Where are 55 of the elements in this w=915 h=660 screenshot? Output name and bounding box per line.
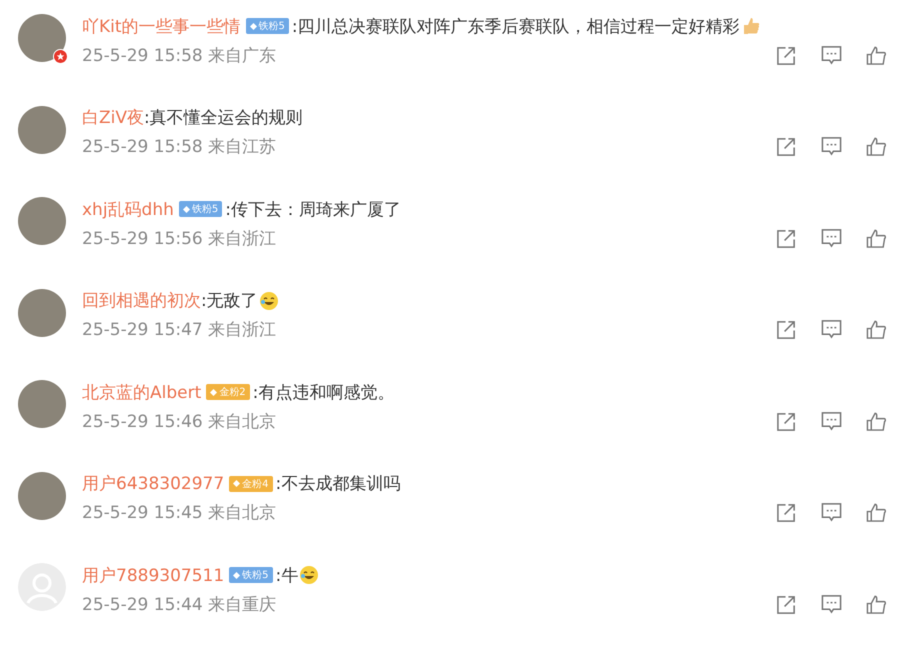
comment-icon[interactable]	[821, 228, 842, 248]
comment-text: :不去成都集训吗	[276, 473, 400, 495]
like-icon[interactable]	[866, 44, 887, 66]
comment-icon[interactable]	[821, 502, 842, 523]
comment-text: :有点违和啊感觉。	[252, 382, 394, 404]
share-icon[interactable]	[776, 136, 797, 157]
comment-icon[interactable]	[821, 136, 842, 157]
comment-time-location: 25-5-29 15:58 来自广东	[82, 44, 276, 66]
fan-level-badge: 金粉4	[229, 476, 273, 492]
username-link[interactable]: 用户6438302977	[82, 472, 224, 495]
like-icon[interactable]	[866, 319, 887, 340]
share-icon[interactable]	[776, 44, 797, 66]
laughing-emoji-icon	[258, 290, 279, 310]
avatar-photo-placeholder[interactable]	[18, 380, 66, 428]
avatar-photo-placeholder[interactable]	[18, 14, 66, 62]
comment-time-location: 25-5-29 15:56 来自浙江	[82, 228, 276, 250]
username-link[interactable]: xhj乱码dhh	[82, 198, 174, 220]
username-link[interactable]: 用户7889307511	[82, 564, 224, 586]
avatar-photo-placeholder[interactable]	[18, 106, 66, 154]
share-icon[interactable]	[776, 410, 797, 432]
comment-text: :无敌了	[201, 290, 258, 312]
fan-level-badge: 铁粉5	[229, 567, 273, 583]
username-link[interactable]: 北京蓝的Albert	[82, 380, 202, 404]
share-icon[interactable]	[776, 228, 797, 248]
avatar-photo-placeholder[interactable]	[18, 288, 66, 336]
username-link[interactable]: 回到相遇的初次	[82, 289, 201, 312]
avatar-photo-placeholder[interactable]	[18, 197, 66, 245]
username-link[interactable]: 吖Kit的一些事一些情	[82, 14, 241, 38]
comment-text: :传下去：周琦来广厦了	[225, 198, 402, 220]
comment-time-location: 25-5-29 15:45 来自北京	[82, 502, 276, 524]
comment-time-location: 25-5-29 15:47 来自浙江	[82, 319, 276, 341]
comment-icon[interactable]	[821, 44, 842, 66]
comment-time-location: 25-5-29 15:46 来自北京	[82, 410, 276, 432]
fan-level-badge: 金粉2	[206, 384, 250, 400]
like-icon[interactable]	[866, 136, 887, 157]
fan-level-badge: 铁粉5	[178, 201, 222, 217]
avatar-photo-placeholder[interactable]	[18, 472, 66, 520]
comment-icon[interactable]	[821, 410, 842, 432]
share-icon[interactable]	[776, 594, 797, 614]
comment-text: :真不懂全运会的规则	[144, 107, 303, 129]
share-icon[interactable]	[776, 502, 797, 523]
like-icon[interactable]	[866, 594, 887, 614]
like-icon[interactable]	[866, 228, 887, 248]
comment-text: :四川总决赛联队对阵广东季后赛联队，相信过程一定好精彩	[292, 16, 740, 38]
fan-level-badge: 铁粉5	[246, 18, 289, 34]
like-icon[interactable]	[866, 502, 887, 523]
comment-icon[interactable]	[821, 319, 842, 340]
comment-text: :牛	[276, 564, 298, 586]
comment-icon[interactable]	[821, 594, 842, 614]
comment-time-location: 25-5-29 15:44 来自重庆	[82, 594, 276, 616]
username-link[interactable]: 白ZiV夜	[82, 106, 144, 129]
share-icon[interactable]	[776, 319, 797, 340]
laughing-emoji-icon	[299, 565, 320, 585]
like-icon[interactable]	[866, 410, 887, 432]
comment-time-location: 25-5-29 15:58 来自江苏	[82, 136, 276, 158]
